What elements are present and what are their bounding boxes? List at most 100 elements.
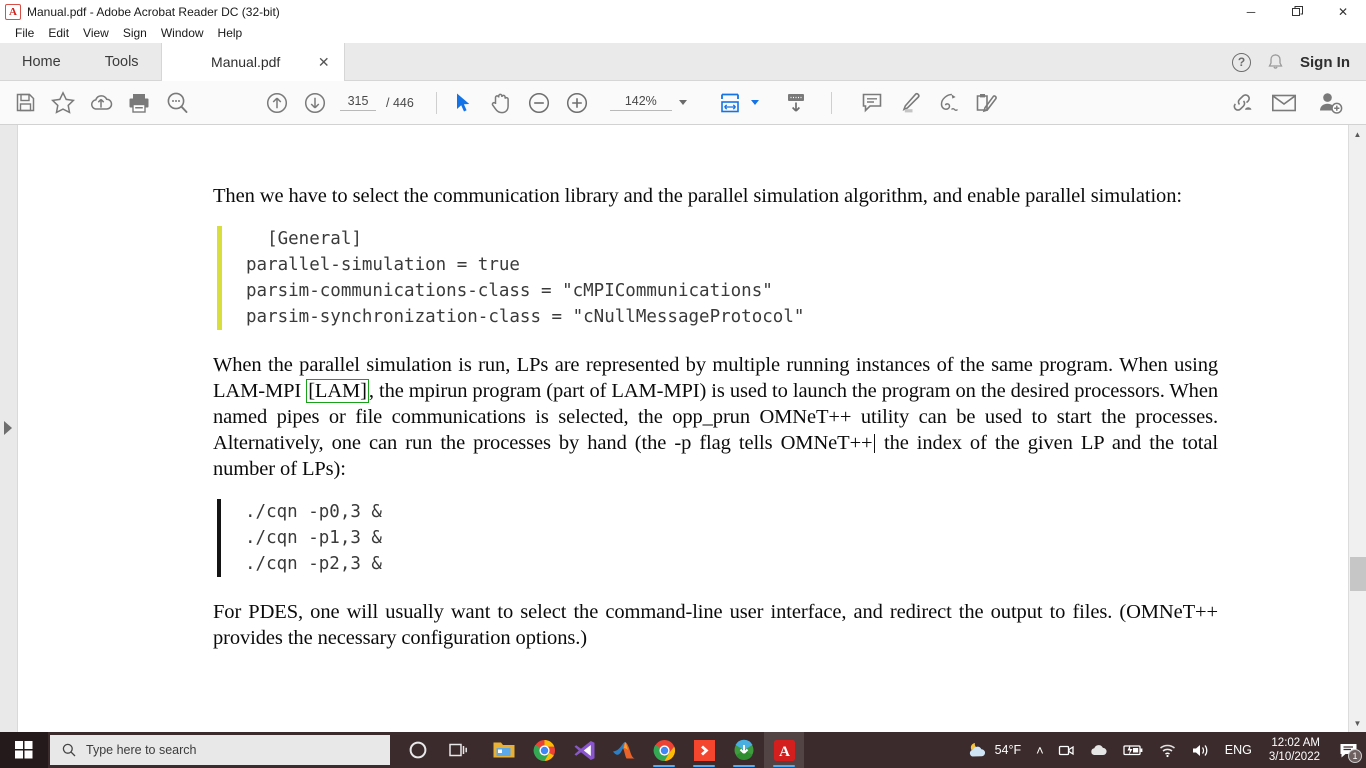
menu-file[interactable]: File	[8, 24, 41, 42]
notification-count-badge: 1	[1348, 749, 1362, 763]
window-title: Manual.pdf - Adobe Acrobat Reader DC (32…	[27, 4, 280, 19]
volume-icon[interactable]	[1184, 732, 1218, 768]
draw-freehand-icon[interactable]	[929, 86, 967, 120]
visual-studio-code-icon[interactable]	[564, 732, 604, 768]
maximize-button[interactable]	[1274, 0, 1320, 23]
tab-document-manual-pdf[interactable]: Manual.pdf ✕	[160, 43, 345, 81]
select-cursor-icon[interactable]	[444, 86, 482, 120]
main-toolbar: 315 / 446 142%	[0, 81, 1366, 125]
upload-to-cloud-icon[interactable]	[82, 86, 120, 120]
show-hidden-icons-chevron-up-icon[interactable]: ˄	[1029, 732, 1051, 768]
menu-window[interactable]: Window	[154, 24, 211, 42]
save-icon[interactable]	[6, 86, 44, 120]
chevron-down-icon[interactable]	[678, 100, 687, 105]
minimize-button[interactable]: ─	[1228, 0, 1274, 23]
expand-navigation-pane-icon[interactable]	[4, 421, 12, 435]
zoom-level-input[interactable]: 142%	[609, 94, 672, 111]
action-center-icon[interactable]: 1	[1330, 732, 1366, 768]
cortana-icon[interactable]	[398, 732, 438, 768]
print-icon[interactable]	[120, 86, 158, 120]
close-icon[interactable]: ✕	[318, 55, 330, 69]
tab-strip-right-controls: ? Sign In	[1232, 43, 1366, 81]
window-title-bar: A Manual.pdf - Adobe Acrobat Reader DC (…	[0, 0, 1366, 23]
help-icon[interactable]: ?	[1232, 52, 1251, 72]
hand-tool-icon[interactable]	[482, 86, 520, 120]
adobe-acrobat-reader-icon[interactable]: A	[764, 732, 804, 768]
scroll-down-icon[interactable]: ▼	[1349, 714, 1366, 732]
send-email-icon[interactable]	[1262, 86, 1306, 120]
windows-taskbar: Type here to search A 54°F ˄ ENG 12:02 A…	[0, 732, 1366, 768]
paragraph-parallel-simulation: When the parallel simulation is run, LPs…	[213, 352, 1218, 482]
menu-edit[interactable]: Edit	[41, 24, 76, 42]
citation-link-lam[interactable]: [LAM]	[306, 379, 369, 403]
close-button[interactable]: ✕	[1320, 0, 1366, 23]
next-page-icon[interactable]	[296, 86, 334, 120]
tab-tools[interactable]: Tools	[82, 43, 161, 80]
file-explorer-icon[interactable]	[484, 732, 524, 768]
find-text-icon[interactable]	[158, 86, 196, 120]
previous-page-icon[interactable]	[258, 86, 296, 120]
menu-help[interactable]: Help	[211, 24, 250, 42]
svg-text:A: A	[779, 744, 790, 760]
windows-start-icon[interactable]	[0, 732, 48, 768]
search-placeholder-text: Type here to search	[86, 743, 197, 757]
fill-and-sign-icon[interactable]	[967, 86, 1005, 120]
wifi-icon[interactable]	[1151, 732, 1184, 768]
search-icon	[62, 743, 76, 757]
code-block-ini-config: [General] parallel-simulation = true par…	[217, 226, 1218, 330]
highlight-text-icon[interactable]	[891, 86, 929, 120]
weather-cloud-moon-icon	[966, 741, 988, 759]
zoom-in-icon[interactable]	[558, 86, 596, 120]
toolbar-divider	[435, 91, 437, 114]
page-number-input[interactable]: 315	[340, 94, 376, 111]
task-view-icon[interactable]	[438, 732, 478, 768]
fit-page-width-icon[interactable]	[711, 86, 749, 120]
language-indicator[interactable]: ENG	[1218, 732, 1259, 768]
zoom-out-icon[interactable]	[520, 86, 558, 120]
running-indicator	[693, 764, 715, 767]
search-input[interactable]: Type here to search	[50, 735, 390, 765]
google-chrome-icon[interactable]	[524, 732, 564, 768]
tab-home[interactable]: Home	[0, 43, 83, 80]
running-indicator	[733, 764, 755, 767]
window-controls: ─ ✕	[1228, 0, 1366, 23]
everything-search-icon[interactable]	[684, 732, 724, 768]
add-person-icon[interactable]	[1306, 86, 1354, 120]
running-indicator	[773, 764, 795, 767]
document-viewer: Then we have to select the communication…	[0, 125, 1366, 732]
code-block-cqn-commands: ./cqn -p0,3 & ./cqn -p1,3 & ./cqn -p2,3 …	[217, 499, 1218, 577]
running-indicator	[653, 764, 675, 767]
tab-document-label: Manual.pdf	[211, 54, 281, 70]
tab-strip: Home Tools Manual.pdf ✕	[0, 43, 1366, 81]
scrollbar-thumb[interactable]	[1350, 557, 1366, 591]
vertical-scrollbar[interactable]: ▲ ▼	[1348, 125, 1366, 732]
weather-temperature: 54°F	[994, 743, 1022, 757]
scroll-up-icon[interactable]: ▲	[1349, 125, 1366, 143]
paragraph-pdes: For PDES, one will usually want to selec…	[213, 601, 1218, 649]
menu-view[interactable]: View	[76, 24, 116, 42]
menu-sign[interactable]: Sign	[116, 24, 154, 42]
menu-bar: File Edit View Sign Window Help	[0, 23, 1366, 43]
paragraph-intro: Then we have to select the communication…	[213, 185, 1182, 207]
text-cursor	[873, 434, 875, 453]
sign-in-button[interactable]: Sign In	[1300, 54, 1350, 71]
fit-options-chevron-down-icon[interactable]	[750, 100, 759, 105]
page-total-label: / 446	[386, 95, 414, 110]
clock-date: 3/10/2022	[1268, 751, 1320, 763]
internet-download-manager-icon[interactable]	[724, 732, 764, 768]
camera-privacy-icon[interactable]	[1051, 732, 1082, 768]
matlab-icon[interactable]	[604, 732, 644, 768]
acrobat-reader-window: A Manual.pdf - Adobe Acrobat Reader DC (…	[0, 0, 1366, 768]
battery-charging-icon[interactable]	[1115, 732, 1151, 768]
acrobat-icon: A	[5, 3, 21, 20]
pdf-page[interactable]: Then we have to select the communication…	[19, 125, 1348, 732]
onedrive-icon[interactable]	[1082, 732, 1115, 768]
add-comment-icon[interactable]	[853, 86, 891, 120]
google-chrome-window-icon[interactable]	[644, 732, 684, 768]
bell-icon[interactable]	[1267, 53, 1284, 72]
star-icon[interactable]	[44, 86, 82, 120]
clock-widget[interactable]: 12:02 AM 3/10/2022	[1259, 732, 1330, 768]
share-link-icon[interactable]	[1224, 86, 1262, 120]
weather-widget[interactable]: 54°F	[958, 741, 1030, 759]
page-display-icon[interactable]	[777, 86, 815, 120]
